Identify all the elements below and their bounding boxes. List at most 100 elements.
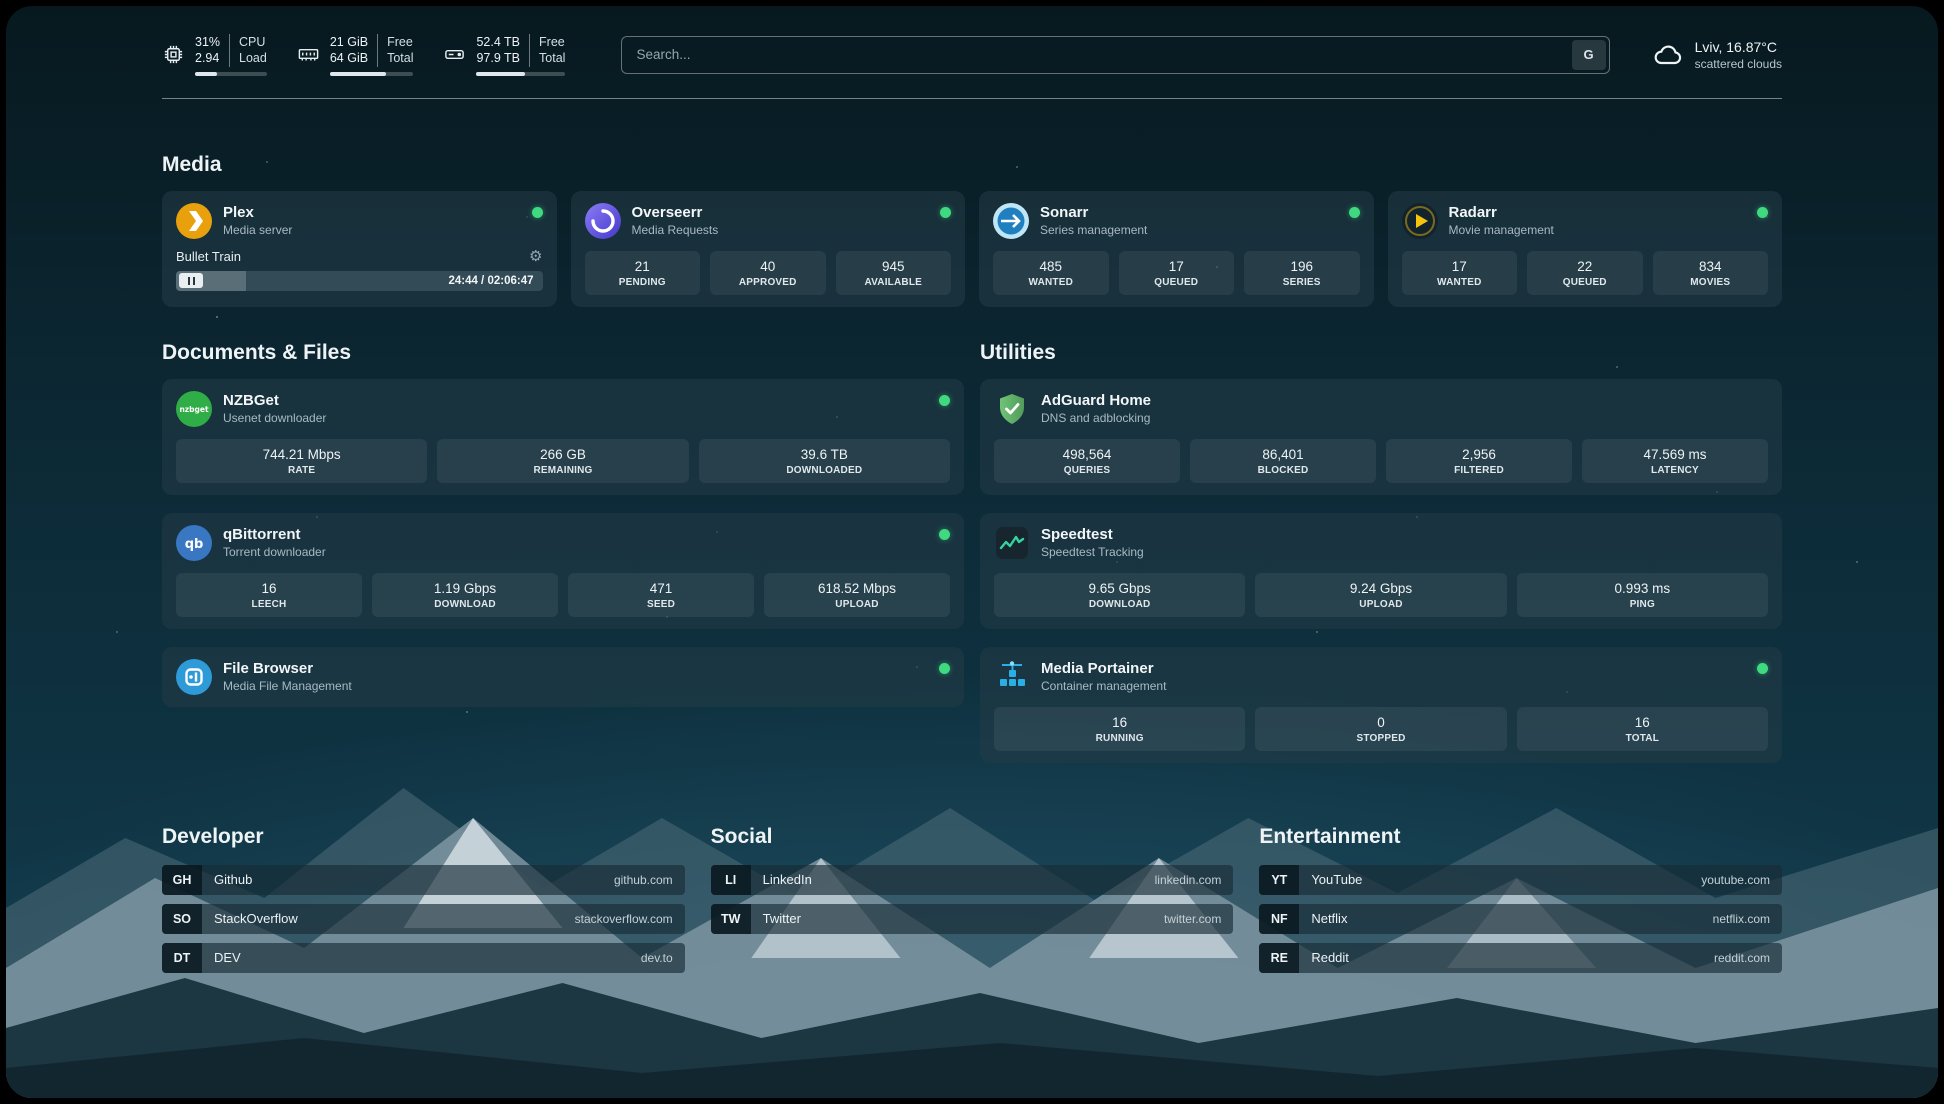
pause-button[interactable] — [179, 273, 203, 288]
search-input[interactable] — [621, 36, 1609, 74]
app-subtitle: Media server — [223, 223, 292, 237]
disk-total: 97.9 TB — [476, 50, 529, 66]
app-card-overseerr[interactable]: Overseerr Media Requests 21 PENDING 40 A… — [571, 191, 966, 307]
disk-widget: 52.4 TB Free 97.9 TB Total — [443, 34, 565, 76]
stat-value: 2,956 — [1392, 447, 1566, 462]
status-dot — [939, 663, 950, 674]
nzbget-stats: 744.21 Mbps RATE 266 GB REMAINING 39.6 T… — [176, 439, 950, 483]
system-metrics: 31% CPU 2.94 Load — [162, 34, 565, 76]
svg-text:qb: qb — [185, 537, 204, 552]
stat-label: SEED — [574, 599, 748, 610]
stat-value: 498,564 — [1000, 447, 1174, 462]
stat-value: 22 — [1533, 259, 1637, 274]
app-subtitle: Movie management — [1449, 223, 1554, 237]
stat-box: 834 MOVIES — [1653, 251, 1769, 295]
app-name: Radarr — [1449, 204, 1554, 223]
ram-label-1: Free — [377, 34, 413, 50]
app-card-qbittorrent[interactable]: qb qBittorrent Torrent downloader 16 — [162, 513, 964, 629]
stat-box: 485 WANTED — [993, 251, 1109, 295]
stat-value: 16 — [182, 581, 356, 596]
bookmark-name: Netflix — [1311, 911, 1347, 926]
status-dot — [939, 395, 950, 406]
stat-value: 86,401 — [1196, 447, 1370, 462]
stat-box: 744.21 Mbps RATE — [176, 439, 427, 483]
section-title-entertainment: Entertainment — [1259, 825, 1782, 849]
app-card-filebrowser[interactable]: File Browser Media File Management — [162, 647, 964, 707]
gear-icon[interactable]: ⚙ — [529, 249, 542, 264]
radarr-stats: 17 WANTED 22 QUEUED 834 MOVIES — [1402, 251, 1769, 295]
app-subtitle: Container management — [1041, 679, 1166, 693]
app-card-plex[interactable]: Plex Media server Bullet Train ⚙ — [162, 191, 557, 307]
stat-label: APPROVED — [716, 277, 820, 288]
ram-widget: 21 GiB Free 64 GiB Total — [297, 34, 414, 76]
stat-label: REMAINING — [443, 465, 682, 476]
bookmark-reddit[interactable]: RE Reddit reddit.com — [1259, 943, 1782, 973]
bookmark-url: github.com — [614, 873, 673, 887]
cpu-load-avg: 2.94 — [195, 50, 229, 66]
stat-box: 16 TOTAL — [1517, 707, 1768, 751]
section-title-utilities: Utilities — [980, 341, 1782, 365]
app-card-sonarr[interactable]: Sonarr Series management 485 WANTED 17 Q… — [979, 191, 1374, 307]
playback-time: 24:44 / 02:06:47 — [448, 275, 533, 287]
status-dot — [1757, 663, 1768, 674]
app-name: NZBGet — [223, 392, 326, 411]
section-documents: Documents & Files nzbget NZBGet Usenet d… — [162, 341, 964, 707]
status-dot — [1757, 207, 1768, 218]
app-card-speedtest[interactable]: Speedtest Speedtest Tracking 9.65 Gbps D… — [980, 513, 1782, 629]
bookmark-group-social: Social LI LinkedIn linkedin.com TW Twitt… — [711, 825, 1234, 982]
app-name: Sonarr — [1040, 204, 1147, 223]
stat-label: STOPPED — [1261, 733, 1500, 744]
bookmark-twitter[interactable]: TW Twitter twitter.com — [711, 904, 1234, 934]
google-search-button[interactable]: G — [1572, 40, 1606, 70]
portainer-stats: 16 RUNNING 0 STOPPED 16 TOTAL — [994, 707, 1768, 751]
bookmark-abbr: TW — [711, 904, 751, 934]
stat-value: 0.993 ms — [1523, 581, 1762, 596]
now-playing-title: Bullet Train — [176, 249, 241, 264]
app-name: qBittorrent — [223, 526, 326, 545]
bookmark-url: stackoverflow.com — [575, 912, 673, 926]
stat-value: 17 — [1125, 259, 1229, 274]
stat-label: BLOCKED — [1196, 465, 1370, 476]
ram-label-2: Total — [377, 50, 413, 66]
bookmark-name: LinkedIn — [763, 872, 812, 887]
cpu-label-1: CPU — [229, 34, 267, 50]
bookmark-url: twitter.com — [1164, 912, 1221, 926]
nzbget-icon: nzbget — [176, 391, 212, 427]
weather-widget: Lviv, 16.87°C scattered clouds — [1652, 39, 1782, 71]
bookmark-github[interactable]: GH Github github.com — [162, 865, 685, 895]
ram-icon — [297, 43, 320, 66]
app-card-radarr[interactable]: Radarr Movie management 17 WANTED 22 QUE… — [1388, 191, 1783, 307]
stat-value: 0 — [1261, 715, 1500, 730]
stat-value: 1.19 Gbps — [378, 581, 552, 596]
stat-label: PING — [1523, 599, 1762, 610]
bookmark-name: DEV — [214, 950, 241, 965]
stat-value: 40 — [716, 259, 820, 274]
stat-label: PENDING — [591, 277, 695, 288]
playback-progress-bar[interactable]: 24:44 / 02:06:47 — [176, 271, 543, 291]
ram-total: 64 GiB — [330, 50, 377, 66]
stat-box: 498,564 QUERIES — [994, 439, 1180, 483]
speedtest-icon — [994, 525, 1030, 561]
app-subtitle: Series management — [1040, 223, 1147, 237]
app-card-portainer[interactable]: Media Portainer Container management 16 … — [980, 647, 1782, 763]
app-subtitle: Speedtest Tracking — [1041, 545, 1144, 559]
bookmark-linkedin[interactable]: LI LinkedIn linkedin.com — [711, 865, 1234, 895]
app-card-nzbget[interactable]: nzbget NZBGet Usenet downloader 744.21 M… — [162, 379, 964, 495]
app-subtitle: DNS and adblocking — [1041, 411, 1151, 425]
bookmark-url: netflix.com — [1713, 912, 1770, 926]
status-dot — [940, 207, 951, 218]
plex-now-playing: Bullet Train ⚙ 24:44 / 02:06:47 — [176, 249, 543, 291]
stat-value: 47.569 ms — [1588, 447, 1762, 462]
bookmark-netflix[interactable]: NF Netflix netflix.com — [1259, 904, 1782, 934]
bookmark-stackoverflow[interactable]: SO StackOverflow stackoverflow.com — [162, 904, 685, 934]
speedtest-stats: 9.65 Gbps DOWNLOAD 9.24 Gbps UPLOAD 0.99… — [994, 573, 1768, 617]
section-utilities: Utilities AdGuard Home DNS and adblockin… — [980, 341, 1782, 763]
bookmark-youtube[interactable]: YT YouTube youtube.com — [1259, 865, 1782, 895]
bookmark-dev[interactable]: DT DEV dev.to — [162, 943, 685, 973]
stat-box: 9.24 Gbps UPLOAD — [1255, 573, 1506, 617]
app-subtitle: Usenet downloader — [223, 411, 326, 425]
app-subtitle: Media Requests — [632, 223, 719, 237]
app-card-adguard[interactable]: AdGuard Home DNS and adblocking 498,564 … — [980, 379, 1782, 495]
stat-box: 16 RUNNING — [994, 707, 1245, 751]
stat-box: 945 AVAILABLE — [836, 251, 952, 295]
